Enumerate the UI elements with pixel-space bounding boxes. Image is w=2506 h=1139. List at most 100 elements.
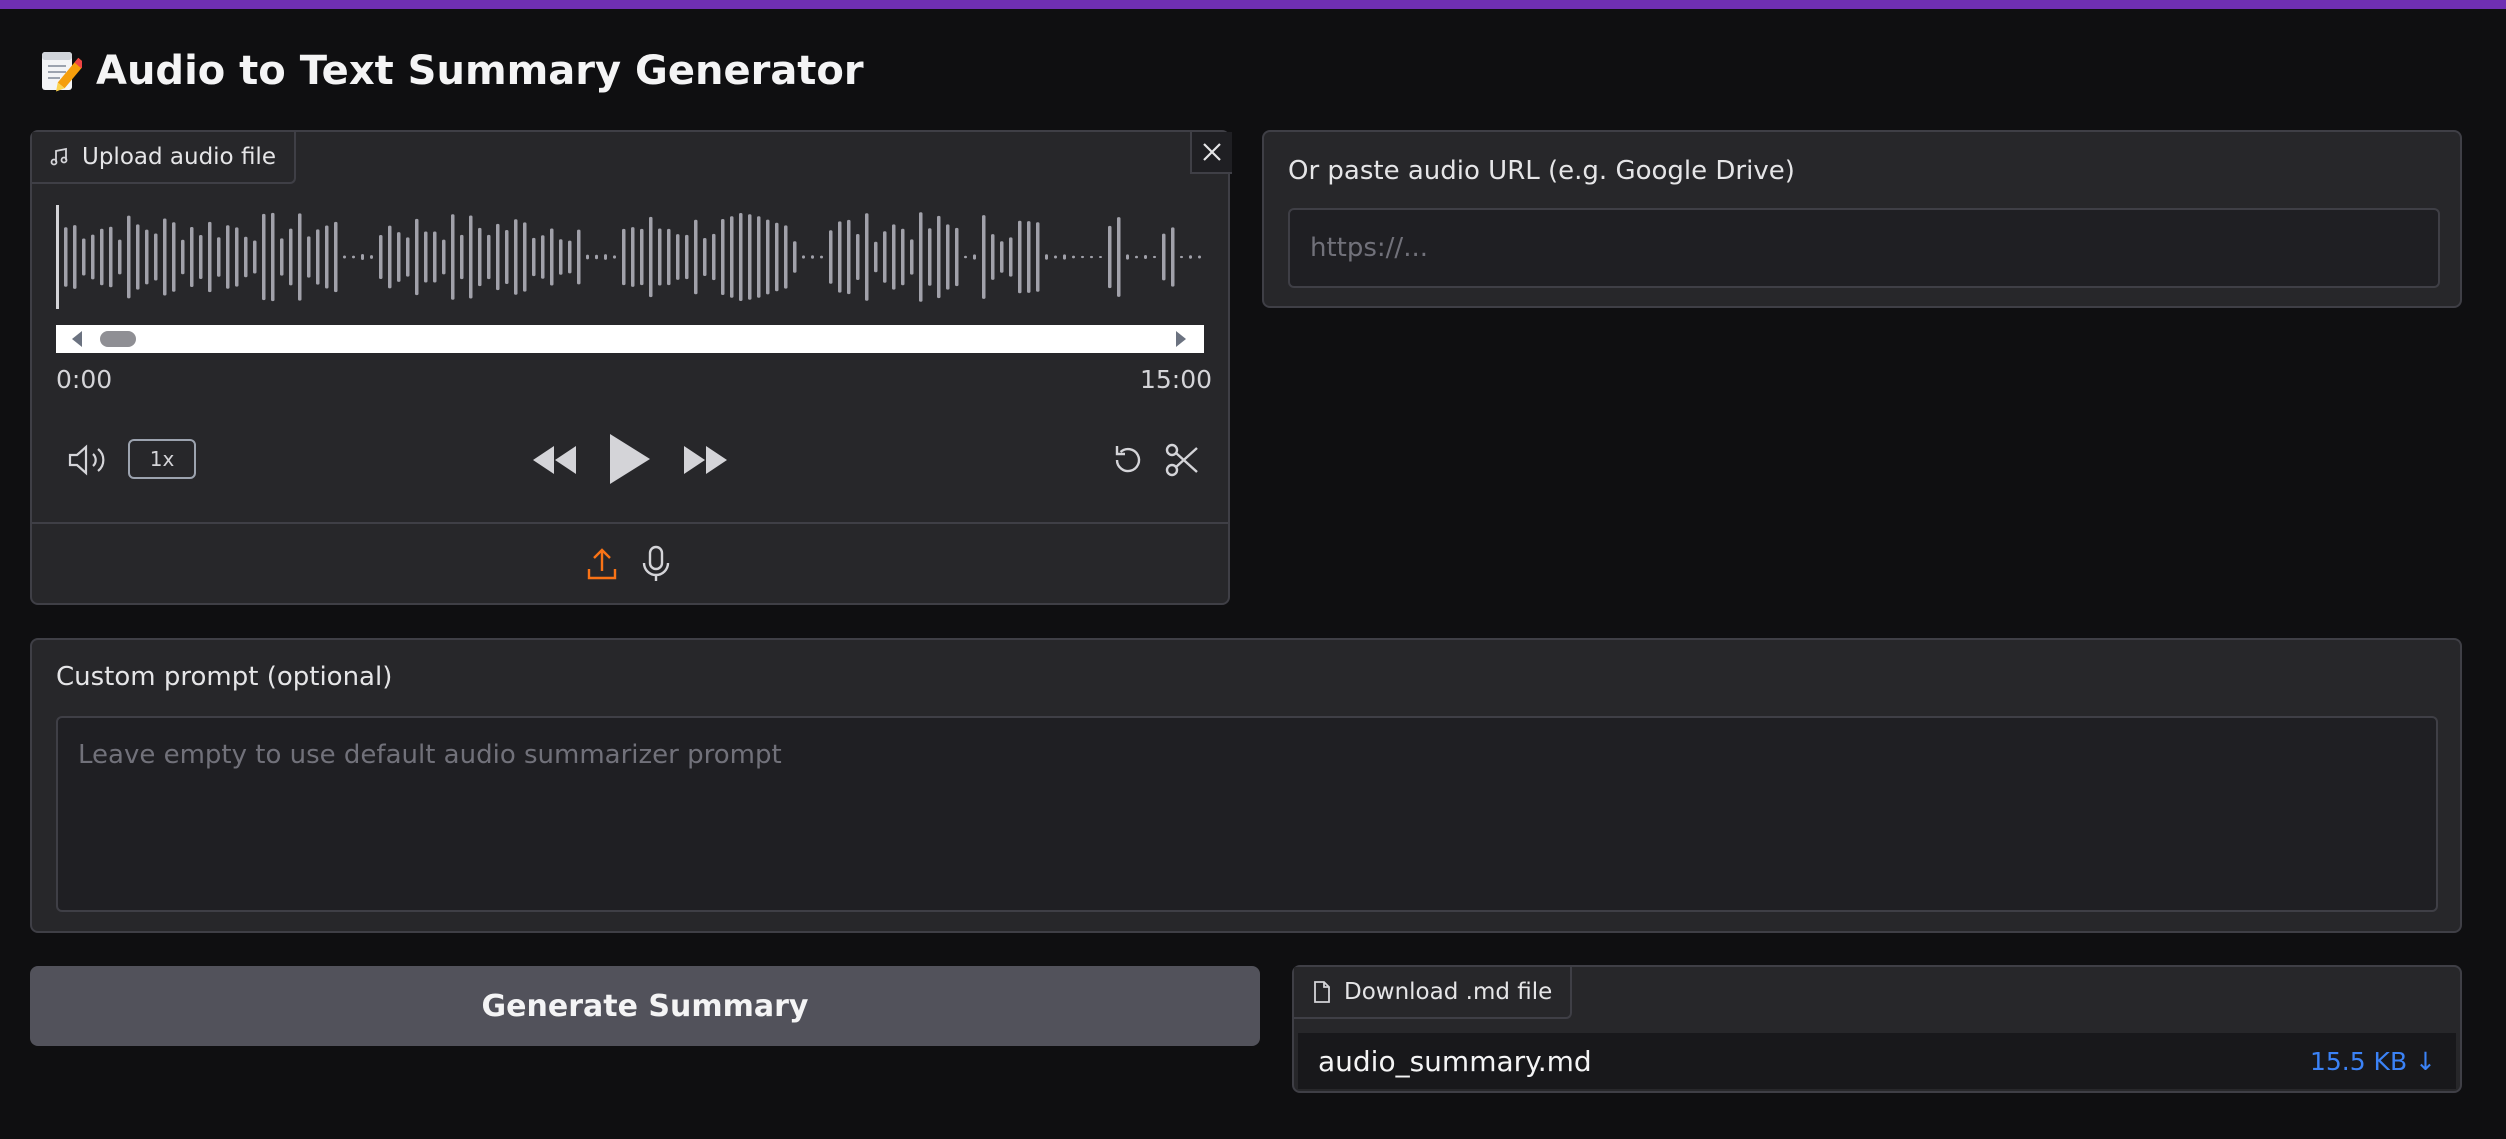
waveform-bar [388, 225, 392, 289]
waveform-bar [154, 233, 158, 281]
waveform-bar [289, 228, 293, 286]
waveform-bar [802, 255, 805, 259]
top-accent-bar [0, 0, 2506, 9]
download-file-size-link[interactable]: 15.5 KB ↓ [2310, 1047, 2436, 1076]
waveform-bar [1090, 255, 1093, 259]
audio-url-input[interactable]: https://... [1288, 208, 2440, 288]
waveform-bar [235, 227, 239, 287]
close-icon [1203, 143, 1221, 161]
waveform-bar [613, 255, 616, 259]
waveform-bar [1045, 254, 1048, 260]
waveform-bar [721, 219, 725, 295]
waveform-bar [838, 221, 842, 293]
play-button[interactable] [600, 428, 656, 490]
waveform-bar [1135, 255, 1138, 259]
waveform-bar [730, 216, 734, 298]
close-button[interactable] [1190, 132, 1232, 174]
waveform-bar [91, 234, 95, 280]
waveform-bar [910, 239, 914, 275]
waveform-bar [415, 218, 419, 296]
waveform-bar [379, 235, 383, 279]
waveform-bar [1000, 241, 1004, 273]
waveform-bar [1153, 255, 1156, 259]
microphone-source-button[interactable] [638, 544, 674, 584]
waveform-bar [1036, 222, 1040, 292]
waveform-bar [667, 228, 671, 286]
waveform-bar [784, 225, 788, 289]
volume-button[interactable] [64, 440, 112, 480]
download-tab-text: Download .md file [1344, 979, 1553, 1005]
waveform-bar [397, 232, 401, 282]
page-title: Audio to Text Summary Generator [38, 40, 864, 102]
waveform-bar [640, 228, 644, 286]
waveform-bar [829, 230, 833, 284]
waveform-bar [982, 215, 986, 299]
waveform-bar [1144, 255, 1147, 259]
audio-upload-panel: Upload audio file [30, 130, 1232, 605]
music-note-icon [50, 147, 68, 166]
volume-icon [68, 444, 105, 476]
waveform-bar [496, 223, 500, 291]
waveform-bar [199, 234, 203, 280]
reset-button[interactable] [1108, 440, 1148, 480]
waveform-bar [1198, 255, 1201, 259]
custom-prompt-textarea[interactable]: Leave empty to use default audio summari… [56, 716, 2438, 912]
audio-waveform[interactable] [56, 205, 1204, 309]
waveform-bar [874, 241, 878, 273]
waveform-bar [1072, 255, 1075, 259]
play-icon [610, 434, 650, 484]
waveform-bar [109, 226, 113, 288]
playback-rate-button[interactable]: 1x [128, 439, 196, 479]
waveform-bar [631, 227, 635, 287]
playhead-cursor [56, 205, 59, 309]
waveform-bar [451, 214, 455, 300]
microphone-icon [642, 545, 670, 581]
download-file-row[interactable]: audio_summary.md 15.5 KB ↓ [1298, 1033, 2456, 1089]
waveform-bar [1117, 217, 1121, 297]
waveform-bar [658, 228, 662, 286]
waveform-bar [964, 255, 967, 259]
waveform-bar [298, 213, 302, 301]
fast-forward-button[interactable] [680, 440, 732, 480]
scroll-right-arrow-icon[interactable] [1176, 331, 1186, 347]
waveform-bar [577, 229, 581, 285]
waveform-bar [334, 221, 338, 293]
rewind-button[interactable] [528, 440, 580, 480]
custom-prompt-panel: Custom prompt (optional) Leave empty to … [30, 638, 2462, 933]
waveform-bar [406, 237, 410, 277]
waveform-bar [1027, 221, 1031, 293]
waveform-bar [847, 219, 851, 295]
trim-button[interactable] [1162, 440, 1202, 480]
waveform-bar [1180, 255, 1183, 259]
scroll-left-arrow-icon[interactable] [72, 331, 82, 347]
audio-url-panel: Or paste audio URL (e.g. Google Drive) h… [1262, 130, 2462, 308]
waveform-bar [748, 214, 752, 300]
waveform-bar [1009, 237, 1013, 277]
waveform-bar [595, 254, 598, 260]
waveform-bar [1081, 255, 1084, 259]
waveform-bar [469, 215, 473, 299]
waveform-bar [100, 228, 104, 286]
waveform-bar [541, 235, 545, 279]
waveform-bar [370, 255, 373, 259]
waveform-scrollbar[interactable] [56, 325, 1204, 353]
waveform-bar [820, 255, 823, 259]
scroll-thumb[interactable] [100, 331, 136, 347]
download-filename[interactable]: audio_summary.md [1318, 1045, 1592, 1078]
waveform-bar [622, 228, 626, 286]
waveform-bar [739, 212, 743, 302]
generate-summary-button[interactable]: Generate Summary [30, 966, 1260, 1046]
waveform-bar [892, 224, 896, 290]
upload-source-button[interactable] [584, 544, 620, 584]
waveform-bar [136, 224, 140, 290]
waveform-bar [1162, 233, 1166, 281]
waveform-bar [208, 221, 212, 293]
waveform-bar [568, 240, 572, 274]
waveform-bar [955, 227, 959, 287]
waveform-bar [424, 231, 428, 283]
waveform-bar [127, 215, 131, 299]
file-icon [1314, 981, 1330, 1003]
waveform-bar [604, 254, 607, 260]
waveform-bar [1189, 255, 1192, 259]
waveform-bar [919, 212, 923, 302]
